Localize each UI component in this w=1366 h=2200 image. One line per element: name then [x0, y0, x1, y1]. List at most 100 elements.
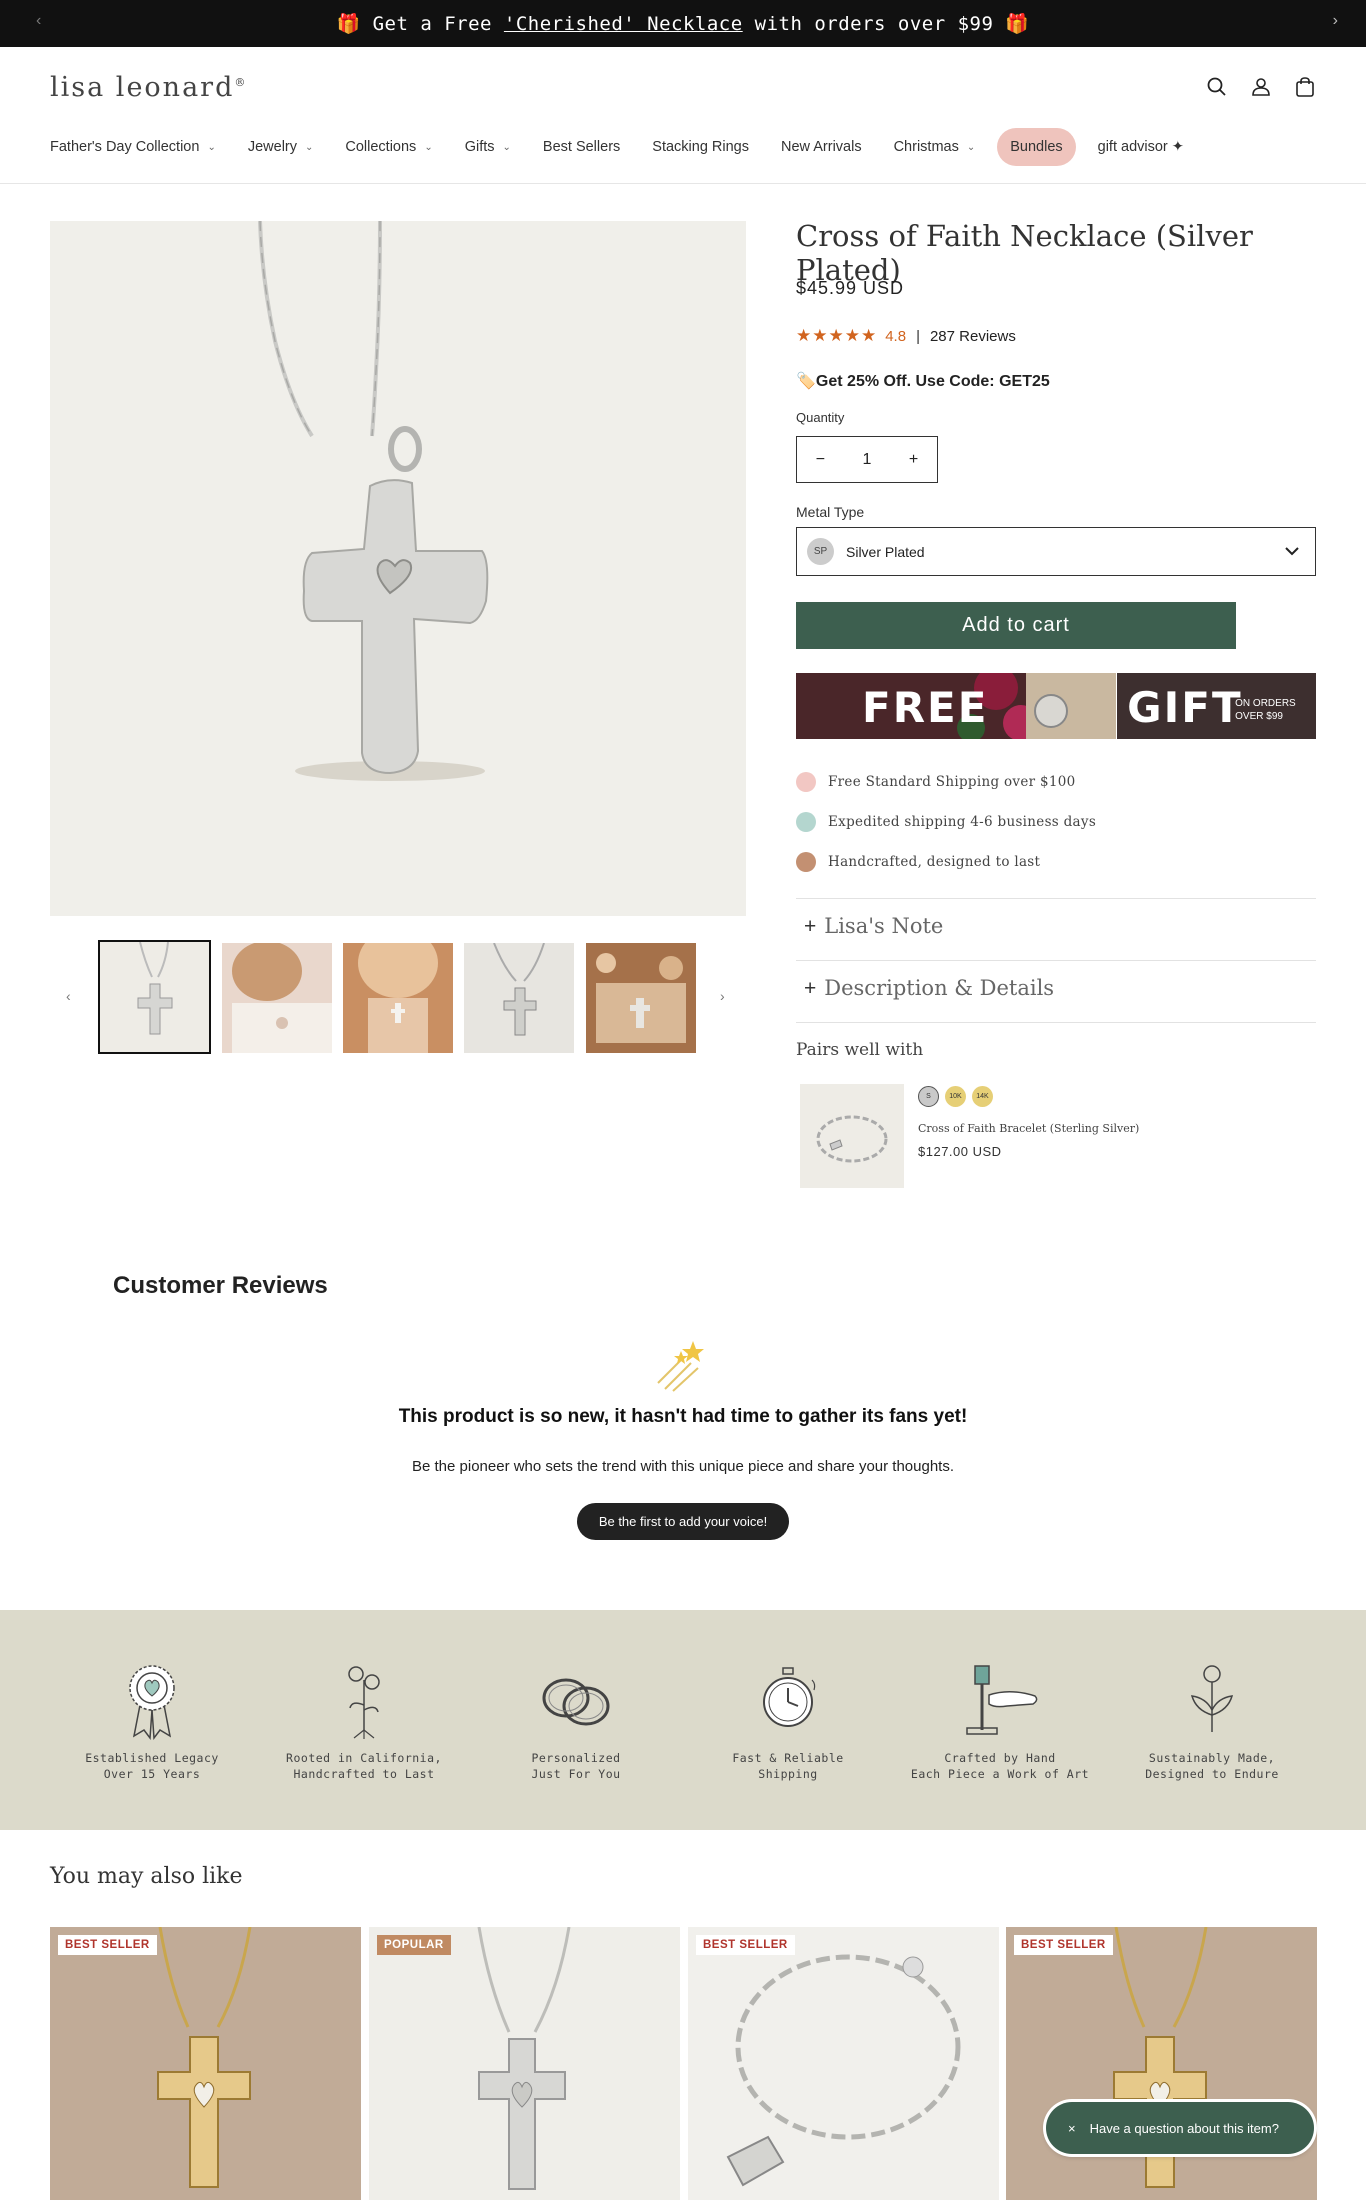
product-main-image[interactable]	[50, 221, 746, 916]
nav-gift-advisor[interactable]: gift advisor ✦	[1098, 139, 1184, 155]
gift-box-icon	[796, 772, 816, 792]
accordion-divider	[796, 1022, 1316, 1023]
announcement-next-button[interactable]: ›	[1333, 12, 1338, 30]
announcement-prev-button[interactable]: ‹	[36, 12, 41, 30]
nav-label: gift advisor ✦	[1097, 139, 1184, 155]
rating-stars-icon: ★★★★★	[796, 326, 878, 345]
pair-swatches: S 10K 14K	[918, 1086, 993, 1107]
flower-roots-icon	[348, 1666, 380, 1739]
nav-label: Stacking Rings	[652, 139, 749, 155]
chat-label: Have a question about this item?	[1089, 2120, 1279, 2136]
banner-free-text: FREE	[862, 683, 989, 732]
value-item-shipping: Fast & Reliable Shipping	[688, 1660, 888, 1782]
chat-question-button[interactable]: × Have a question about this item?	[1046, 2102, 1314, 2154]
value-line2: Just For You	[531, 1767, 621, 1781]
chevron-down-icon: ⌄	[207, 141, 216, 153]
accordion-description[interactable]: + Description & Details	[804, 976, 1054, 1001]
product-card[interactable]: BEST SELLER	[688, 1927, 999, 2200]
pair-product-name[interactable]: Cross of Faith Bracelet (Sterling Silver…	[918, 1122, 1139, 1135]
quantity-increase-button[interactable]: +	[909, 451, 918, 469]
nav-label: Christmas	[893, 139, 959, 155]
value-line1: Crafted by Hand	[944, 1751, 1056, 1765]
card-badge: BEST SELLER	[696, 1935, 795, 1955]
thumbnail-4[interactable]	[464, 943, 574, 1053]
free-gift-banner[interactable]: FREE GIFT ON ORDERS OVER $99	[796, 673, 1316, 739]
site-logo[interactable]: lisa leonard®	[50, 72, 247, 103]
metal-swatch: SP	[807, 538, 834, 565]
rating-separator: |	[916, 327, 920, 345]
announcement-link[interactable]: 'Cherished' Necklace	[504, 13, 743, 35]
nav-gifts[interactable]: Gifts ⌄	[465, 139, 511, 155]
value-line1: Fast & Reliable	[732, 1751, 844, 1765]
quantity-label: Quantity	[796, 410, 845, 425]
plus-icon: +	[804, 915, 817, 938]
thumbnail-5[interactable]	[586, 943, 696, 1053]
swatch-10k[interactable]: 10K	[945, 1086, 966, 1107]
accordion-label: Description & Details	[824, 976, 1055, 1000]
nav-stacking-rings[interactable]: Stacking Rings	[652, 139, 749, 155]
product-card[interactable]: POPULAR	[369, 1927, 680, 2200]
thumbnail-1[interactable]	[98, 940, 211, 1054]
write-review-button[interactable]: Be the first to add your voice!	[577, 1503, 789, 1540]
nav-label: Jewelry	[247, 139, 297, 155]
search-icon[interactable]	[1206, 76, 1228, 98]
quantity-input[interactable]: 1	[863, 451, 872, 469]
value-item-legacy: Established Legacy Over 15 Years	[52, 1660, 252, 1782]
product-card[interactable]: BEST SELLER	[1006, 1927, 1317, 2200]
thumbnail-next-arrow[interactable]: ›	[720, 988, 725, 1004]
nav-bundles[interactable]: Bundles	[997, 128, 1076, 166]
value-line1: Established Legacy	[85, 1751, 219, 1765]
swatch-silver[interactable]: S	[918, 1086, 939, 1107]
feature-text: Free Standard Shipping over $100	[828, 774, 1076, 790]
product-title: Cross of Faith Necklace (Silver Plated)	[796, 219, 1253, 287]
main-nav: Father's Day Collection ⌄ Jewelry ⌄ Collec…	[50, 128, 1216, 166]
metal-type-value: Silver Plated	[846, 543, 925, 560]
nav-fathers-day[interactable]: Father's Day Collection ⌄	[50, 139, 216, 155]
chevron-down-icon: ⌄	[502, 141, 511, 153]
metal-type-select[interactable]: SP Silver Plated	[796, 527, 1316, 576]
announcement-message: 🎁 Get a Free 'Cherished' Necklace with o…	[336, 12, 1029, 35]
feature-expedited-shipping: Expedited shipping 4-6 business days	[796, 812, 1096, 832]
nav-jewelry[interactable]: Jewelry ⌄	[248, 139, 314, 155]
value-line1: Sustainably Made,	[1148, 1751, 1276, 1765]
value-line2: Handcrafted to Last	[293, 1767, 435, 1781]
nav-collections[interactable]: Collections ⌄	[345, 139, 432, 155]
card-badge: BEST SELLER	[1014, 1935, 1113, 1955]
nav-new-arrivals[interactable]: New Arrivals	[781, 139, 862, 155]
review-count[interactable]: 287 Reviews	[930, 328, 1016, 345]
accordion-divider	[796, 898, 1316, 899]
nav-best-sellers[interactable]: Best Sellers	[543, 139, 620, 155]
product-card[interactable]: BEST SELLER	[50, 1927, 361, 2200]
nav-christmas[interactable]: Christmas ⌄	[894, 139, 976, 155]
thumbnail-2[interactable]	[222, 943, 332, 1053]
free-gift-banner-left: FREE	[796, 673, 1116, 739]
value-line2: Each Piece a Work of Art	[910, 1767, 1090, 1781]
card-badge: POPULAR	[377, 1935, 451, 1955]
account-icon[interactable]	[1250, 76, 1272, 98]
value-line2: Designed to Endure	[1145, 1767, 1279, 1781]
close-icon[interactable]: ×	[1068, 2121, 1076, 2136]
value-item-sustainable: Sustainably Made, Designed to Endure	[1112, 1660, 1312, 1782]
pair-product-image[interactable]	[800, 1084, 904, 1188]
value-line1: Rooted in California,	[286, 1751, 442, 1765]
thumbnail-3[interactable]	[343, 943, 453, 1053]
quantity-decrease-button[interactable]: −	[816, 451, 825, 469]
thumbnail-prev-arrow[interactable]: ‹	[66, 988, 71, 1004]
add-to-cart-button[interactable]: Add to cart	[796, 602, 1236, 649]
value-item-rooted: Rooted in California, Handcrafted to Last	[264, 1660, 464, 1782]
metal-type-label: Metal Type	[796, 504, 865, 520]
free-gift-banner-right: GIFT ON ORDERS OVER $99	[1117, 673, 1316, 739]
nav-label: Collections	[345, 139, 417, 155]
reviews-empty-headline: This product is so new, it hasn't had ti…	[398, 1406, 968, 1427]
feature-text: Handcrafted, designed to last	[828, 854, 1041, 870]
ribbon-heart-icon	[129, 1665, 175, 1740]
card-badge: BEST SELLER	[58, 1935, 157, 1955]
pairs-heading: Pairs well with	[796, 1040, 924, 1060]
swatch-14k[interactable]: 14K	[972, 1086, 993, 1107]
product-rating[interactable]: ★★★★★ 4.8 | 287 Reviews	[796, 326, 1016, 346]
announcement-prefix: 🎁 Get a Free	[336, 13, 504, 35]
cart-icon[interactable]	[1294, 76, 1316, 98]
value-item-personalized: Personalized Just For You	[476, 1660, 676, 1782]
product-price: $45.99 USD	[796, 278, 905, 298]
accordion-lisas-note[interactable]: + Lisa's Note	[804, 914, 943, 939]
